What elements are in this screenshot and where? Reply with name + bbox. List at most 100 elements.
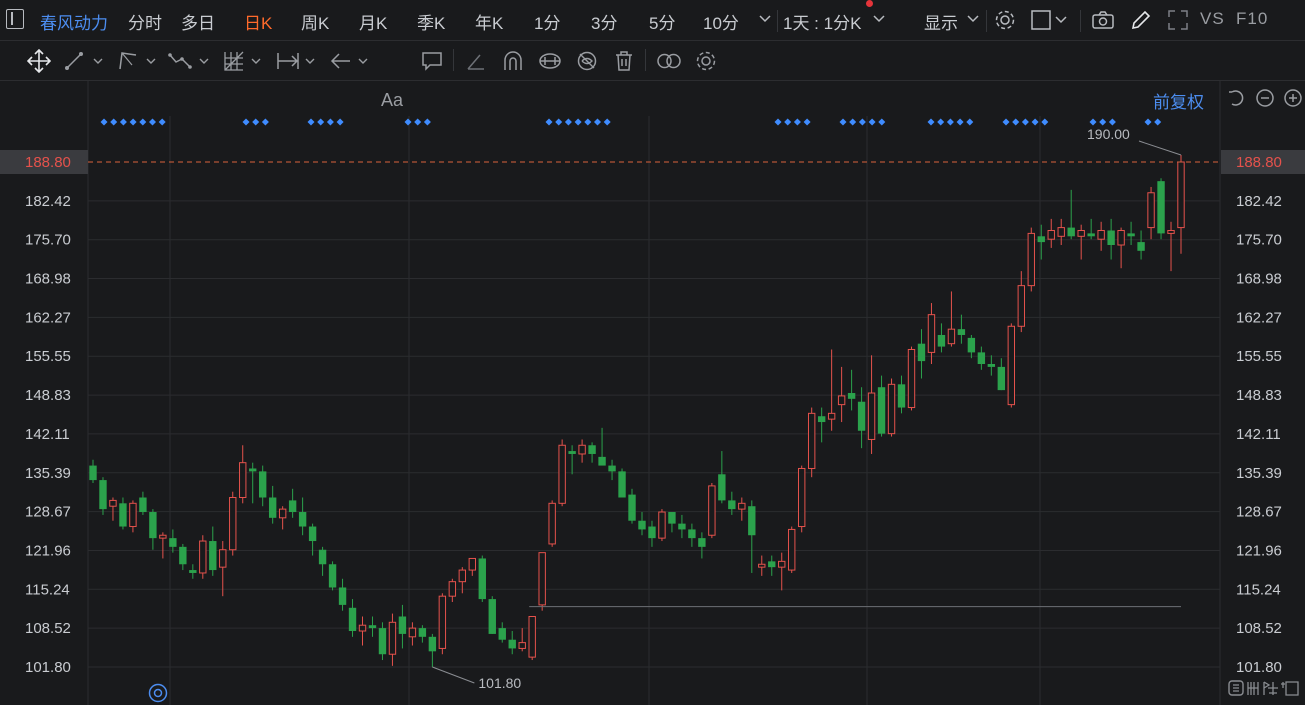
candle-body	[398, 616, 407, 634]
tab-10min[interactable]: 10分	[703, 9, 739, 34]
candle-body	[937, 334, 946, 347]
candle-body	[338, 587, 347, 605]
event-marker	[803, 118, 811, 126]
tab-month-k[interactable]: 月K	[359, 9, 387, 34]
hide-icon[interactable]	[576, 50, 598, 72]
y-tick-label: 175.70	[25, 232, 71, 249]
stock-name[interactable]: 春风动力	[40, 9, 108, 34]
tab-fenshi[interactable]: 分时	[128, 9, 162, 34]
angle-icon[interactable]	[465, 50, 487, 72]
candle-body	[288, 500, 297, 513]
tab-5min[interactable]: 5分	[649, 9, 675, 34]
event-marker	[1154, 118, 1162, 126]
candle-body	[1177, 161, 1185, 229]
candle-body	[778, 560, 786, 568]
event-marker	[927, 118, 935, 126]
candle-body	[189, 570, 197, 573]
event-marker	[149, 118, 156, 126]
display-menu[interactable]: 显示	[924, 9, 958, 34]
tab-week-k[interactable]: 周K	[301, 9, 329, 34]
event-marker	[1144, 118, 1152, 126]
move-icon[interactable]	[27, 49, 51, 73]
y-tick-label: 155.55	[25, 348, 71, 365]
y-tick-label: 148.83	[1236, 387, 1282, 404]
candle-body	[258, 471, 267, 498]
candle-body	[758, 563, 766, 568]
event-marker	[1012, 118, 1020, 126]
candle-body	[99, 480, 107, 510]
comment-icon[interactable]	[421, 50, 443, 72]
tab-1min[interactable]: 1分	[534, 9, 560, 34]
fib-grid-icon[interactable]	[222, 49, 266, 73]
candle-body	[328, 564, 337, 588]
adjust-type-button[interactable]: 前复权	[1153, 88, 1204, 113]
gear-icon[interactable]	[994, 9, 1016, 31]
candle-body	[358, 624, 367, 632]
chevron-down-icon[interactable]	[967, 15, 979, 23]
line-segment-icon[interactable]	[64, 50, 106, 72]
undo-icon[interactable]	[1226, 88, 1246, 108]
candle-body	[698, 538, 706, 547]
tab-day-k[interactable]: 日K	[244, 9, 272, 34]
f10-button[interactable]: F10	[1236, 9, 1268, 29]
chevron-down-icon[interactable]	[873, 15, 885, 23]
y-tick-label: 175.70	[1236, 232, 1282, 249]
fullscreen-icon[interactable]	[1167, 9, 1189, 31]
candle-body	[628, 494, 636, 521]
candle-body	[578, 444, 586, 455]
candle-body	[239, 462, 247, 499]
y-tick-label: 101.80	[25, 659, 71, 676]
y-tick-label: 188.80	[1236, 154, 1282, 171]
event-marker	[574, 118, 582, 126]
event-marker	[307, 118, 315, 126]
chevron-down-icon[interactable]	[759, 15, 771, 23]
at-symbol-icon[interactable]	[148, 683, 168, 703]
tab-year-k[interactable]: 年K	[475, 9, 503, 34]
measure-icon[interactable]	[276, 50, 320, 72]
candle-body	[798, 467, 806, 528]
trash-icon[interactable]	[614, 50, 634, 72]
y-tick-label: 162.27	[25, 309, 71, 326]
candle-body	[119, 503, 127, 527]
zoom-out-icon[interactable]	[1255, 88, 1275, 108]
pencil-icon[interactable]	[1130, 9, 1152, 31]
zoom-in-icon[interactable]	[1283, 88, 1303, 108]
combo-period-select[interactable]: 1天 : 1分K	[783, 9, 861, 34]
candle-body	[638, 520, 646, 530]
sidebar-toggle-icon[interactable]	[6, 9, 24, 29]
wave-icon[interactable]	[168, 50, 214, 72]
kline-chart[interactable]: 188.80 182.42 175.70 168.98 162.27 155.55 148.…	[0, 81, 1305, 705]
tab-multi-day[interactable]: 多日	[181, 9, 215, 34]
event-marker	[414, 118, 422, 126]
color-picker-icon[interactable]	[1031, 10, 1067, 30]
candle-body	[977, 352, 986, 364]
divider	[986, 10, 987, 32]
link-icon[interactable]	[656, 50, 682, 72]
settings-icon[interactable]	[695, 50, 717, 72]
polyline-icon[interactable]	[117, 50, 159, 72]
candle-body	[268, 497, 277, 518]
candle-body	[149, 512, 157, 539]
candle-body	[987, 364, 996, 367]
candle-body	[598, 456, 606, 466]
candle-body	[768, 561, 776, 568]
vs-button[interactable]: VS	[1200, 9, 1225, 29]
tab-quarter-k[interactable]: 季K	[417, 9, 445, 34]
event-marker	[849, 118, 857, 126]
candle-body	[378, 628, 387, 655]
event-marker	[878, 118, 886, 126]
candle-body	[438, 595, 447, 649]
arrow-icon[interactable]	[329, 50, 373, 72]
candle-body	[318, 549, 327, 565]
candle-body	[308, 526, 317, 542]
magnet-icon[interactable]	[538, 50, 562, 72]
candle-body	[957, 329, 966, 335]
candle-body	[807, 412, 816, 469]
candle-body	[847, 393, 856, 399]
camera-icon[interactable]	[1091, 10, 1115, 30]
event-marker	[326, 118, 334, 126]
tab-3min[interactable]: 3分	[591, 9, 617, 34]
event-marker	[100, 118, 108, 126]
candle-body	[548, 502, 556, 545]
arc-icon[interactable]	[502, 50, 524, 72]
